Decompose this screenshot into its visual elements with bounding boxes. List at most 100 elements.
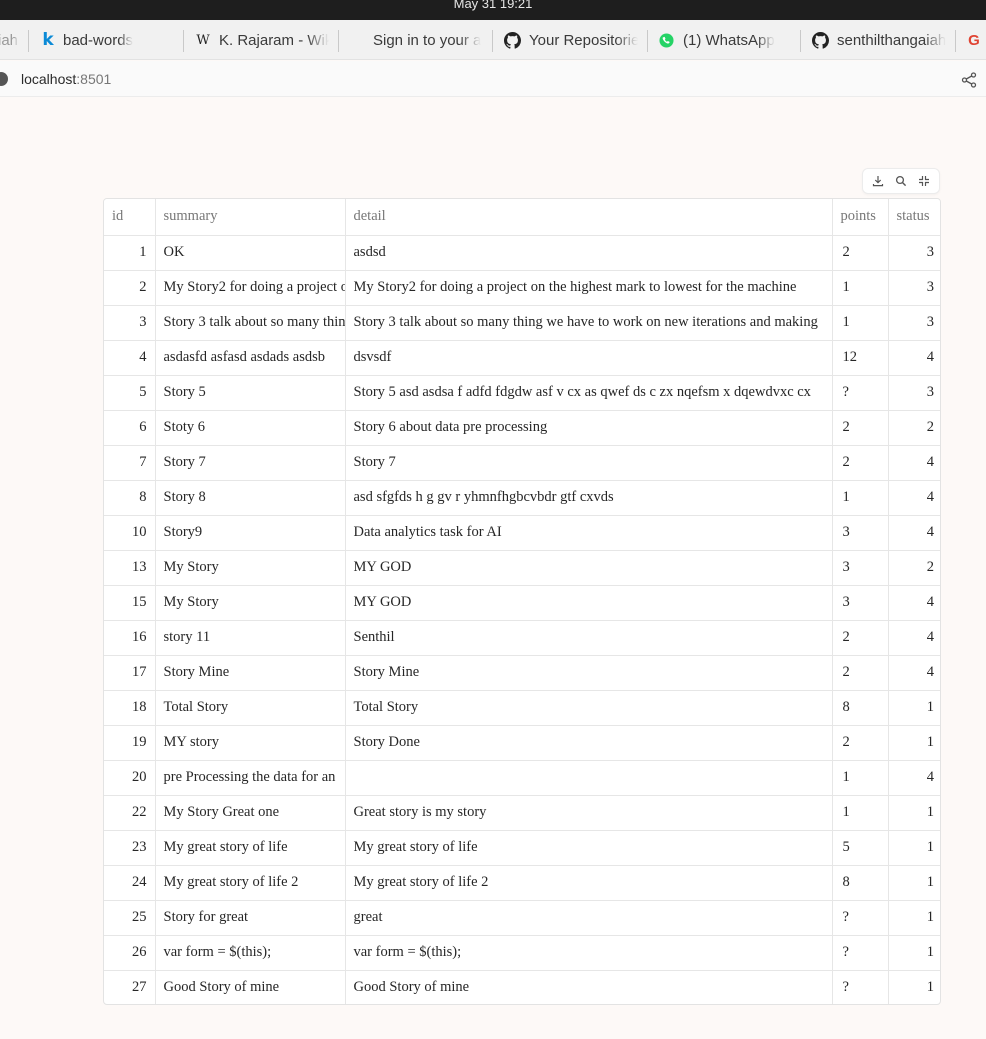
cell-id[interactable]: 3 — [104, 305, 156, 341]
table-row[interactable]: 25 Story for great great? 1 — [104, 900, 940, 936]
table-row[interactable]: 7 Story 7 Story 724 — [104, 445, 940, 481]
cell-status[interactable]: 4 — [888, 515, 940, 551]
cell-id[interactable]: 17 — [104, 655, 156, 691]
cell-status[interactable]: 1 — [888, 935, 940, 971]
cell-status[interactable]: 4 — [888, 340, 940, 376]
cell-status[interactable]: 1 — [888, 690, 940, 726]
cell-id[interactable]: 22 — [104, 795, 156, 831]
dataframe-table[interactable]: id summary detail points status 1 OK asdsd… — [103, 198, 941, 1005]
cell-status[interactable]: 1 — [888, 865, 940, 901]
cell-detail[interactable]: Data analytics task for AI — [345, 515, 833, 551]
table-row[interactable]: 18 Total Story Total Story 8 1 — [104, 690, 940, 726]
tab-whatsapp[interactable]: (1) WhatsApp — [658, 20, 792, 59]
cell-points[interactable]: 1 — [832, 305, 889, 341]
cell-status[interactable]: 3 — [888, 270, 940, 306]
cell-status[interactable]: 1 — [888, 725, 940, 761]
cell-points[interactable]: 2 — [832, 445, 889, 481]
cell-detail[interactable]: Great story is my story — [345, 795, 833, 831]
site-info-icon[interactable] — [0, 72, 8, 86]
cell-status[interactable]: 1 — [888, 795, 940, 831]
table-row[interactable]: 1 OK asdsd 2 3 — [104, 235, 940, 271]
table-row[interactable]: 24 My great story of life 2 My great story… — [104, 865, 940, 901]
tab-microsoft-signin[interactable]: Sign in to your a — [350, 20, 484, 59]
cell-summary[interactable]: Total Story — [155, 690, 346, 726]
cell-id[interactable]: 15 — [104, 585, 156, 621]
cell-detail[interactable]: MY GOD — [345, 550, 833, 586]
table-row[interactable]: 20 pre Processing the data for an 1 4 — [104, 760, 940, 796]
cell-status[interactable]: 4 — [888, 480, 940, 516]
cell-points[interactable]: ? — [832, 375, 889, 411]
column-header-points[interactable]: points — [832, 199, 889, 236]
cell-summary[interactable]: Story 3 talk about so many thing — [155, 305, 346, 341]
cell-id[interactable]: 1 — [104, 235, 156, 271]
table-row[interactable]: 10 Story9 Data analytics task for AI 3 4 — [104, 515, 940, 551]
cell-status[interactable]: 4 — [888, 445, 940, 481]
table-row[interactable]: 3 Story 3 talk about so many thing Story 3… — [104, 305, 940, 341]
cell-points[interactable]: 2 — [832, 235, 889, 271]
tab-github-profile[interactable]: senthilthangaiah — [812, 20, 946, 59]
cell-points[interactable]: ? — [832, 900, 889, 936]
cell-summary[interactable]: My Story Great one — [155, 795, 346, 831]
url-text[interactable]: localhost:8501 — [21, 71, 111, 87]
cell-summary[interactable]: Story 7 — [155, 445, 346, 481]
table-row[interactable]: 5 Story 5 Story 5 asd asdsa f adfd fdgdw a… — [104, 375, 940, 411]
cell-status[interactable]: 1 — [888, 970, 940, 1004]
cell-summary[interactable]: My Story — [155, 585, 346, 621]
cell-points[interactable]: 2 — [832, 655, 889, 691]
table-row[interactable]: 27 Good Story of mine Good Story of mine? 1 — [104, 970, 940, 1004]
cell-status[interactable]: 3 — [888, 375, 940, 411]
share-icon[interactable] — [961, 72, 977, 88]
cell-detail[interactable]: Story 6 about data pre processing — [345, 410, 833, 446]
table-row[interactable]: 15 My Story MY GOD 3 4 — [104, 585, 940, 621]
fullscreen-icon[interactable] — [917, 174, 931, 188]
cell-points[interactable]: 1 — [832, 480, 889, 516]
cell-summary[interactable]: Story 5 — [155, 375, 346, 411]
column-header-summary[interactable]: summary — [155, 199, 346, 236]
tab-bad-words[interactable]: k bad-words — [41, 20, 171, 59]
cell-id[interactable]: 18 — [104, 690, 156, 726]
cell-points[interactable]: 1 — [832, 760, 889, 796]
cell-id[interactable]: 2 — [104, 270, 156, 306]
table-row[interactable]: 22 My Story Great one Great story is my st… — [104, 795, 940, 831]
cell-status[interactable]: 3 — [888, 235, 940, 271]
cell-detail[interactable]: var form = $(this); — [345, 935, 833, 971]
cell-id[interactable]: 4 — [104, 340, 156, 376]
column-header-detail[interactable]: detail — [345, 199, 833, 236]
cell-id[interactable]: 13 — [104, 550, 156, 586]
table-row[interactable]: 4 asdasfd asfasd asdads asdsb dsvsdf 12 4 — [104, 340, 940, 376]
cell-detail[interactable]: great — [345, 900, 833, 936]
cell-summary[interactable]: Story Mine — [155, 655, 346, 691]
cell-summary[interactable]: My great story of life — [155, 830, 346, 866]
column-header-id[interactable]: id — [104, 199, 156, 236]
cell-detail[interactable]: Story 3 talk about so many thing we have… — [345, 305, 833, 341]
tab-wikipedia[interactable]: W K. Rajaram - Wiki — [195, 20, 329, 59]
cell-status[interactable]: 4 — [888, 760, 940, 796]
cell-id[interactable]: 26 — [104, 935, 156, 971]
cell-summary[interactable]: My Story2 for doing a project on the hig… — [155, 270, 346, 306]
table-row[interactable]: 17 Story Mine Story Mine 2 4 — [104, 655, 940, 691]
cell-id[interactable]: 19 — [104, 725, 156, 761]
cell-id[interactable]: 25 — [104, 900, 156, 936]
cell-detail[interactable]: MY GOD — [345, 585, 833, 621]
cell-detail[interactable]: Story Mine — [345, 655, 833, 691]
cell-detail[interactable]: Senthil — [345, 620, 833, 656]
cell-points[interactable]: ? — [832, 935, 889, 971]
cell-points[interactable]: 1 — [832, 795, 889, 831]
cell-points[interactable]: 2 — [832, 725, 889, 761]
cell-id[interactable]: 7 — [104, 445, 156, 481]
cell-summary[interactable]: Stoty 6 — [155, 410, 346, 446]
cell-id[interactable]: 23 — [104, 830, 156, 866]
tab-google[interactable]: G — [967, 20, 986, 59]
table-row[interactable]: 16 story 11 Senthil 2 4 — [104, 620, 940, 656]
cell-detail[interactable]: Story Done — [345, 725, 833, 761]
cell-status[interactable]: 3 — [888, 305, 940, 341]
tab-partial[interactable]: iah — [0, 20, 20, 59]
table-row[interactable]: 13 My Story MY GOD 3 2 — [104, 550, 940, 586]
cell-status[interactable]: 1 — [888, 830, 940, 866]
search-icon[interactable] — [894, 174, 908, 188]
cell-detail[interactable]: dsvsdf — [345, 340, 833, 376]
cell-id[interactable]: 8 — [104, 480, 156, 516]
tab-github-repositories[interactable]: Your Repositories — [504, 20, 638, 59]
table-row[interactable]: 8 Story 8 asd sfgfds h g gv r yhmnfhgbcvbd… — [104, 480, 940, 516]
cell-id[interactable]: 24 — [104, 865, 156, 901]
